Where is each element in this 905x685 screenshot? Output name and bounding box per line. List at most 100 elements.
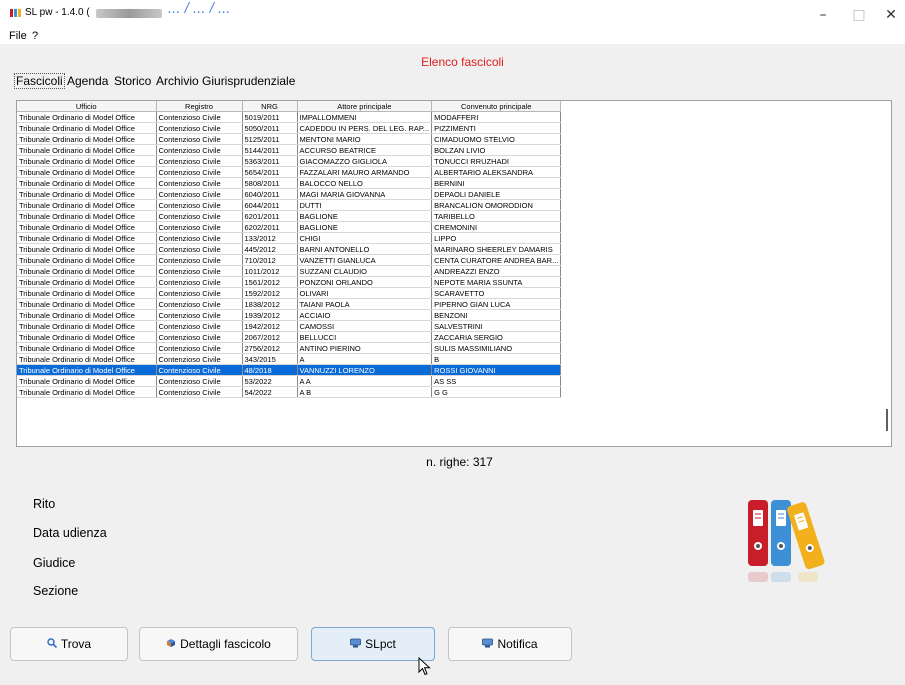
trova-button[interactable]: Trova	[10, 627, 128, 661]
table-row[interactable]: Tribunale Ordinario di Model Office Conte…	[17, 265, 562, 277]
column-header-attore[interactable]: Attore principale	[297, 101, 433, 112]
menu-file[interactable]: File	[9, 30, 27, 42]
cell-convenuto: BRANCALION OMORODION	[431, 199, 562, 211]
table-row[interactable]: Tribunale Ordinario di Model Office Conte…	[17, 254, 562, 266]
cell-registro: Contenzioso Civile	[156, 276, 243, 288]
cell-convenuto: LIPPO	[431, 232, 562, 244]
cell-convenuto: AS SS	[431, 375, 562, 387]
column-header-registro[interactable]: Registro	[156, 101, 243, 112]
cell-attore: A	[297, 353, 433, 365]
table-row[interactable]: Tribunale Ordinario di Model Office Conte…	[17, 144, 562, 156]
cell-ufficio: Tribunale Ordinario di Model Office	[17, 188, 157, 200]
cell-registro: Contenzioso Civile	[156, 364, 243, 376]
table-row[interactable]: Tribunale Ordinario di Model Office Conte…	[17, 298, 562, 310]
table-row[interactable]: Tribunale Ordinario di Model Office Conte…	[17, 320, 562, 332]
table-row[interactable]: Tribunale Ordinario di Model Office Conte…	[17, 276, 562, 288]
tab-archivio-giurisprudenziale[interactable]: Archivio Giurisprudenziale	[156, 74, 295, 88]
cell-attore: IMPALLOMMENI	[297, 111, 433, 123]
notifica-label: Notifica	[497, 637, 538, 651]
column-header-convenuto[interactable]: Convenuto principale	[431, 101, 562, 112]
cell-convenuto: PIZZIMENTI	[431, 122, 562, 134]
cell-registro: Contenzioso Civile	[156, 287, 243, 299]
table-row[interactable]: Tribunale Ordinario di Model Office Conte…	[17, 331, 562, 343]
cell-registro: Contenzioso Civile	[156, 122, 243, 134]
cell-ufficio: Tribunale Ordinario di Model Office	[17, 232, 157, 244]
table-row[interactable]: Tribunale Ordinario di Model Office Conte…	[17, 166, 562, 178]
sezione-label: Sezione	[33, 584, 79, 598]
fascicoli-table[interactable]: Ufficio Registro NRG Attore principale C…	[16, 100, 892, 447]
title-redacted-region	[96, 9, 162, 18]
table-row[interactable]: Tribunale Ordinario di Model Office Conte…	[17, 287, 562, 299]
cell-attore: CADEDDU IN PERS. DEL LEG. RAP...	[297, 122, 433, 134]
table-scrollbar-thumb[interactable]	[886, 409, 888, 431]
notifica-icon	[482, 638, 494, 651]
cell-convenuto: SALVESTRINI	[431, 320, 562, 332]
tab-agenda[interactable]: Agenda	[67, 74, 108, 88]
cell-ufficio: Tribunale Ordinario di Model Office	[17, 166, 157, 178]
table-row[interactable]: Tribunale Ordinario di Model Office Conte…	[17, 221, 562, 233]
table-row[interactable]: Tribunale Ordinario di Model Office Conte…	[17, 364, 562, 376]
cell-registro: Contenzioso Civile	[156, 386, 243, 398]
cell-ufficio: Tribunale Ordinario di Model Office	[17, 298, 157, 310]
cell-attore: ANTINO PIERINO	[297, 342, 433, 354]
notifica-button[interactable]: Notifica	[448, 627, 572, 661]
table-row[interactable]: Tribunale Ordinario di Model Office Conte…	[17, 199, 562, 211]
cell-registro: Contenzioso Civile	[156, 232, 243, 244]
cell-attore: MAGI MARIA GIOVANNA	[297, 188, 433, 200]
table-row[interactable]: Tribunale Ordinario di Model Office Conte…	[17, 342, 562, 354]
minimize-button[interactable]: –	[812, 5, 834, 25]
cell-convenuto: ZACCARIA SERGIO	[431, 331, 562, 343]
cell-registro: Contenzioso Civile	[156, 320, 243, 332]
data-udienza-label: Data udienza	[33, 526, 107, 540]
table-row[interactable]: Tribunale Ordinario di Model Office Conte…	[17, 155, 562, 167]
cell-convenuto: ALBERTARIO ALEKSANDRA	[431, 166, 562, 178]
dettagli-fascicolo-button[interactable]: Dettagli fascicolo	[139, 627, 298, 661]
table-row[interactable]: Tribunale Ordinario di Model Office Conte…	[17, 122, 562, 134]
table-row[interactable]: Tribunale Ordinario di Model Office Conte…	[17, 353, 562, 365]
cell-ufficio: Tribunale Ordinario di Model Office	[17, 254, 157, 266]
cell-attore: GIACOMAZZO GIGLIOLA	[297, 155, 433, 167]
cell-attore: VANZETTI GIANLUCA	[297, 254, 433, 266]
dettagli-label: Dettagli fascicolo	[180, 637, 271, 651]
close-button[interactable]: ✕	[880, 5, 902, 25]
cell-nrg: 6044/2011	[242, 199, 298, 211]
cell-attore: BELLUCCI	[297, 331, 433, 343]
cell-convenuto: TARIBELLO	[431, 210, 562, 222]
table-row[interactable]: Tribunale Ordinario di Model Office Conte…	[17, 309, 562, 321]
column-header-nrg[interactable]: NRG	[242, 101, 298, 112]
cell-nrg: 5019/2011	[242, 111, 298, 123]
cell-ufficio: Tribunale Ordinario di Model Office	[17, 265, 157, 277]
table-row[interactable]: Tribunale Ordinario di Model Office Conte…	[17, 133, 562, 145]
cell-ufficio: Tribunale Ordinario di Model Office	[17, 320, 157, 332]
tab-storico[interactable]: Storico	[114, 74, 151, 88]
table-row[interactable]: Tribunale Ordinario di Model Office Conte…	[17, 111, 562, 123]
table-row[interactable]: Tribunale Ordinario di Model Office Conte…	[17, 386, 562, 398]
cell-convenuto: SULIS MASSIMILIANO	[431, 342, 562, 354]
cell-attore: FAZZALARI MAURO ARMANDO	[297, 166, 433, 178]
cell-ufficio: Tribunale Ordinario di Model Office	[17, 155, 157, 167]
cell-attore: SUZZANI CLAUDIO	[297, 265, 433, 277]
cell-registro: Contenzioso Civile	[156, 331, 243, 343]
table-row[interactable]: Tribunale Ordinario di Model Office Conte…	[17, 210, 562, 222]
cell-ufficio: Tribunale Ordinario di Model Office	[17, 331, 157, 343]
cell-convenuto: MARINARO SHEERLEY DAMARIS	[431, 243, 562, 255]
column-header-ufficio[interactable]: Ufficio	[17, 101, 157, 112]
maximize-button[interactable]: □	[848, 5, 870, 25]
slpct-button[interactable]: SLpct	[311, 627, 435, 661]
cell-convenuto: ROSSI GIOVANNI	[431, 364, 562, 376]
slpct-label: SLpct	[365, 637, 396, 651]
cell-nrg: 1592/2012	[242, 287, 298, 299]
cell-nrg: 343/2015	[242, 353, 298, 365]
table-row[interactable]: Tribunale Ordinario di Model Office Conte…	[17, 232, 562, 244]
cell-ufficio: Tribunale Ordinario di Model Office	[17, 353, 157, 365]
table-row[interactable]: Tribunale Ordinario di Model Office Conte…	[17, 375, 562, 387]
table-row[interactable]: Tribunale Ordinario di Model Office Conte…	[17, 177, 562, 189]
table-row[interactable]: Tribunale Ordinario di Model Office Conte…	[17, 243, 562, 255]
cell-attore: A A	[297, 375, 433, 387]
table-row[interactable]: Tribunale Ordinario di Model Office Conte…	[17, 188, 562, 200]
cell-nrg: 133/2012	[242, 232, 298, 244]
menu-help[interactable]: ?	[32, 30, 38, 42]
cell-registro: Contenzioso Civile	[156, 133, 243, 145]
tab-fascicoli[interactable]: Fascicoli	[14, 73, 65, 89]
cell-nrg: 1939/2012	[242, 309, 298, 321]
